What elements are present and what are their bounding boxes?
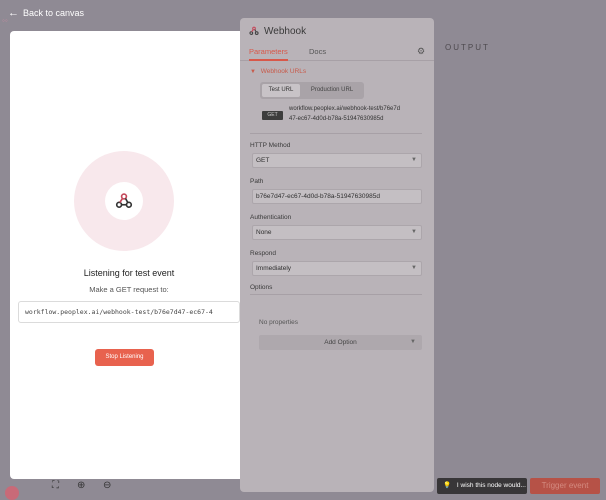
- webhook-urls-toggle[interactable]: ▼ Webhook URLs: [250, 68, 306, 75]
- webhook-icon: [249, 26, 259, 35]
- listening-halo: [74, 151, 174, 251]
- divider: [250, 133, 422, 134]
- add-option-select[interactable]: Add Option ▼: [259, 335, 422, 350]
- options-label: Options: [250, 284, 273, 291]
- fit-view-icon[interactable]: ⛶: [52, 480, 59, 491]
- webhook-urls-label: Webhook URLs: [260, 68, 307, 75]
- stop-listening-button[interactable]: Stop Listening: [95, 349, 154, 366]
- webhook-settings-panel: Webhook Parameters Docs ⚙ ▼ Webhook URLs…: [240, 18, 434, 492]
- canvas-node-icon: ◦◦: [2, 16, 8, 25]
- listening-subtitle: Make a GET request to:: [89, 285, 169, 294]
- chevron-down-icon: ▼: [411, 265, 417, 271]
- tab-test-url[interactable]: Test URL: [262, 84, 300, 97]
- webhook-url-line-2[interactable]: 47-ec67-4d0d-b78a-51947630985d: [289, 116, 383, 122]
- trigger-event-button[interactable]: Trigger event: [530, 478, 600, 494]
- output-heading: OUTPUT: [445, 43, 490, 52]
- zoom-in-icon[interactable]: ⊕: [77, 480, 85, 491]
- chevron-down-icon: ▼: [411, 157, 417, 163]
- path-input[interactable]: b76e7d47-ec67-4d0d-b78a-51947630985d: [252, 189, 422, 204]
- tab-docs[interactable]: Docs: [309, 47, 326, 56]
- avatar[interactable]: [5, 486, 19, 500]
- panel-header: Webhook: [240, 18, 434, 42]
- url-type-toggle: Test URL Production URL: [260, 82, 364, 99]
- tab-production-url[interactable]: Production URL: [302, 84, 362, 97]
- panel-tabs: Parameters Docs ⚙: [240, 42, 434, 61]
- feedback-text: I wish this node would...: [456, 482, 526, 489]
- webhook-url-line-1[interactable]: workflow.peoplex.ai/webhook-test/b76e7d: [289, 106, 400, 112]
- http-method-label: HTTP Method: [250, 142, 291, 149]
- http-method-value: GET: [256, 157, 270, 164]
- http-method-select[interactable]: GET ▼: [252, 153, 422, 168]
- authentication-select[interactable]: None ▼: [252, 225, 422, 240]
- webhook-icon-circle: [105, 182, 143, 220]
- listening-card: Listening for test event Make a GET requ…: [10, 31, 248, 479]
- no-properties-text: No properties: [259, 319, 299, 326]
- respond-select[interactable]: Immediately ▼: [252, 261, 422, 276]
- method-badge: GET: [262, 111, 283, 120]
- listening-title: Listening for test event: [83, 268, 175, 278]
- lightbulb-icon: 💡: [443, 482, 452, 489]
- respond-value: Immediately: [256, 265, 292, 272]
- chevron-down-icon: ▼: [250, 69, 256, 75]
- add-option-label: Add Option: [324, 339, 357, 346]
- panel-title: Webhook: [264, 26, 307, 37]
- back-label: Back to canvas: [23, 8, 85, 18]
- feedback-tooltip[interactable]: 💡 I wish this node would...: [437, 478, 527, 494]
- authentication-value: None: [256, 229, 272, 236]
- divider: [250, 294, 422, 295]
- zoom-out-icon[interactable]: ⊖: [103, 480, 111, 491]
- webhook-icon: [115, 193, 133, 208]
- webhook-url-field[interactable]: workflow.peoplex.ai/webhook-test/b76e7d4…: [18, 301, 240, 323]
- chevron-down-icon: ▼: [410, 339, 416, 345]
- respond-label: Respond: [250, 250, 277, 257]
- authentication-label: Authentication: [250, 214, 292, 221]
- tab-parameters[interactable]: Parameters: [249, 47, 288, 61]
- chevron-down-icon: ▼: [411, 229, 417, 235]
- gear-icon[interactable]: ⚙: [417, 46, 425, 57]
- path-label: Path: [250, 178, 264, 185]
